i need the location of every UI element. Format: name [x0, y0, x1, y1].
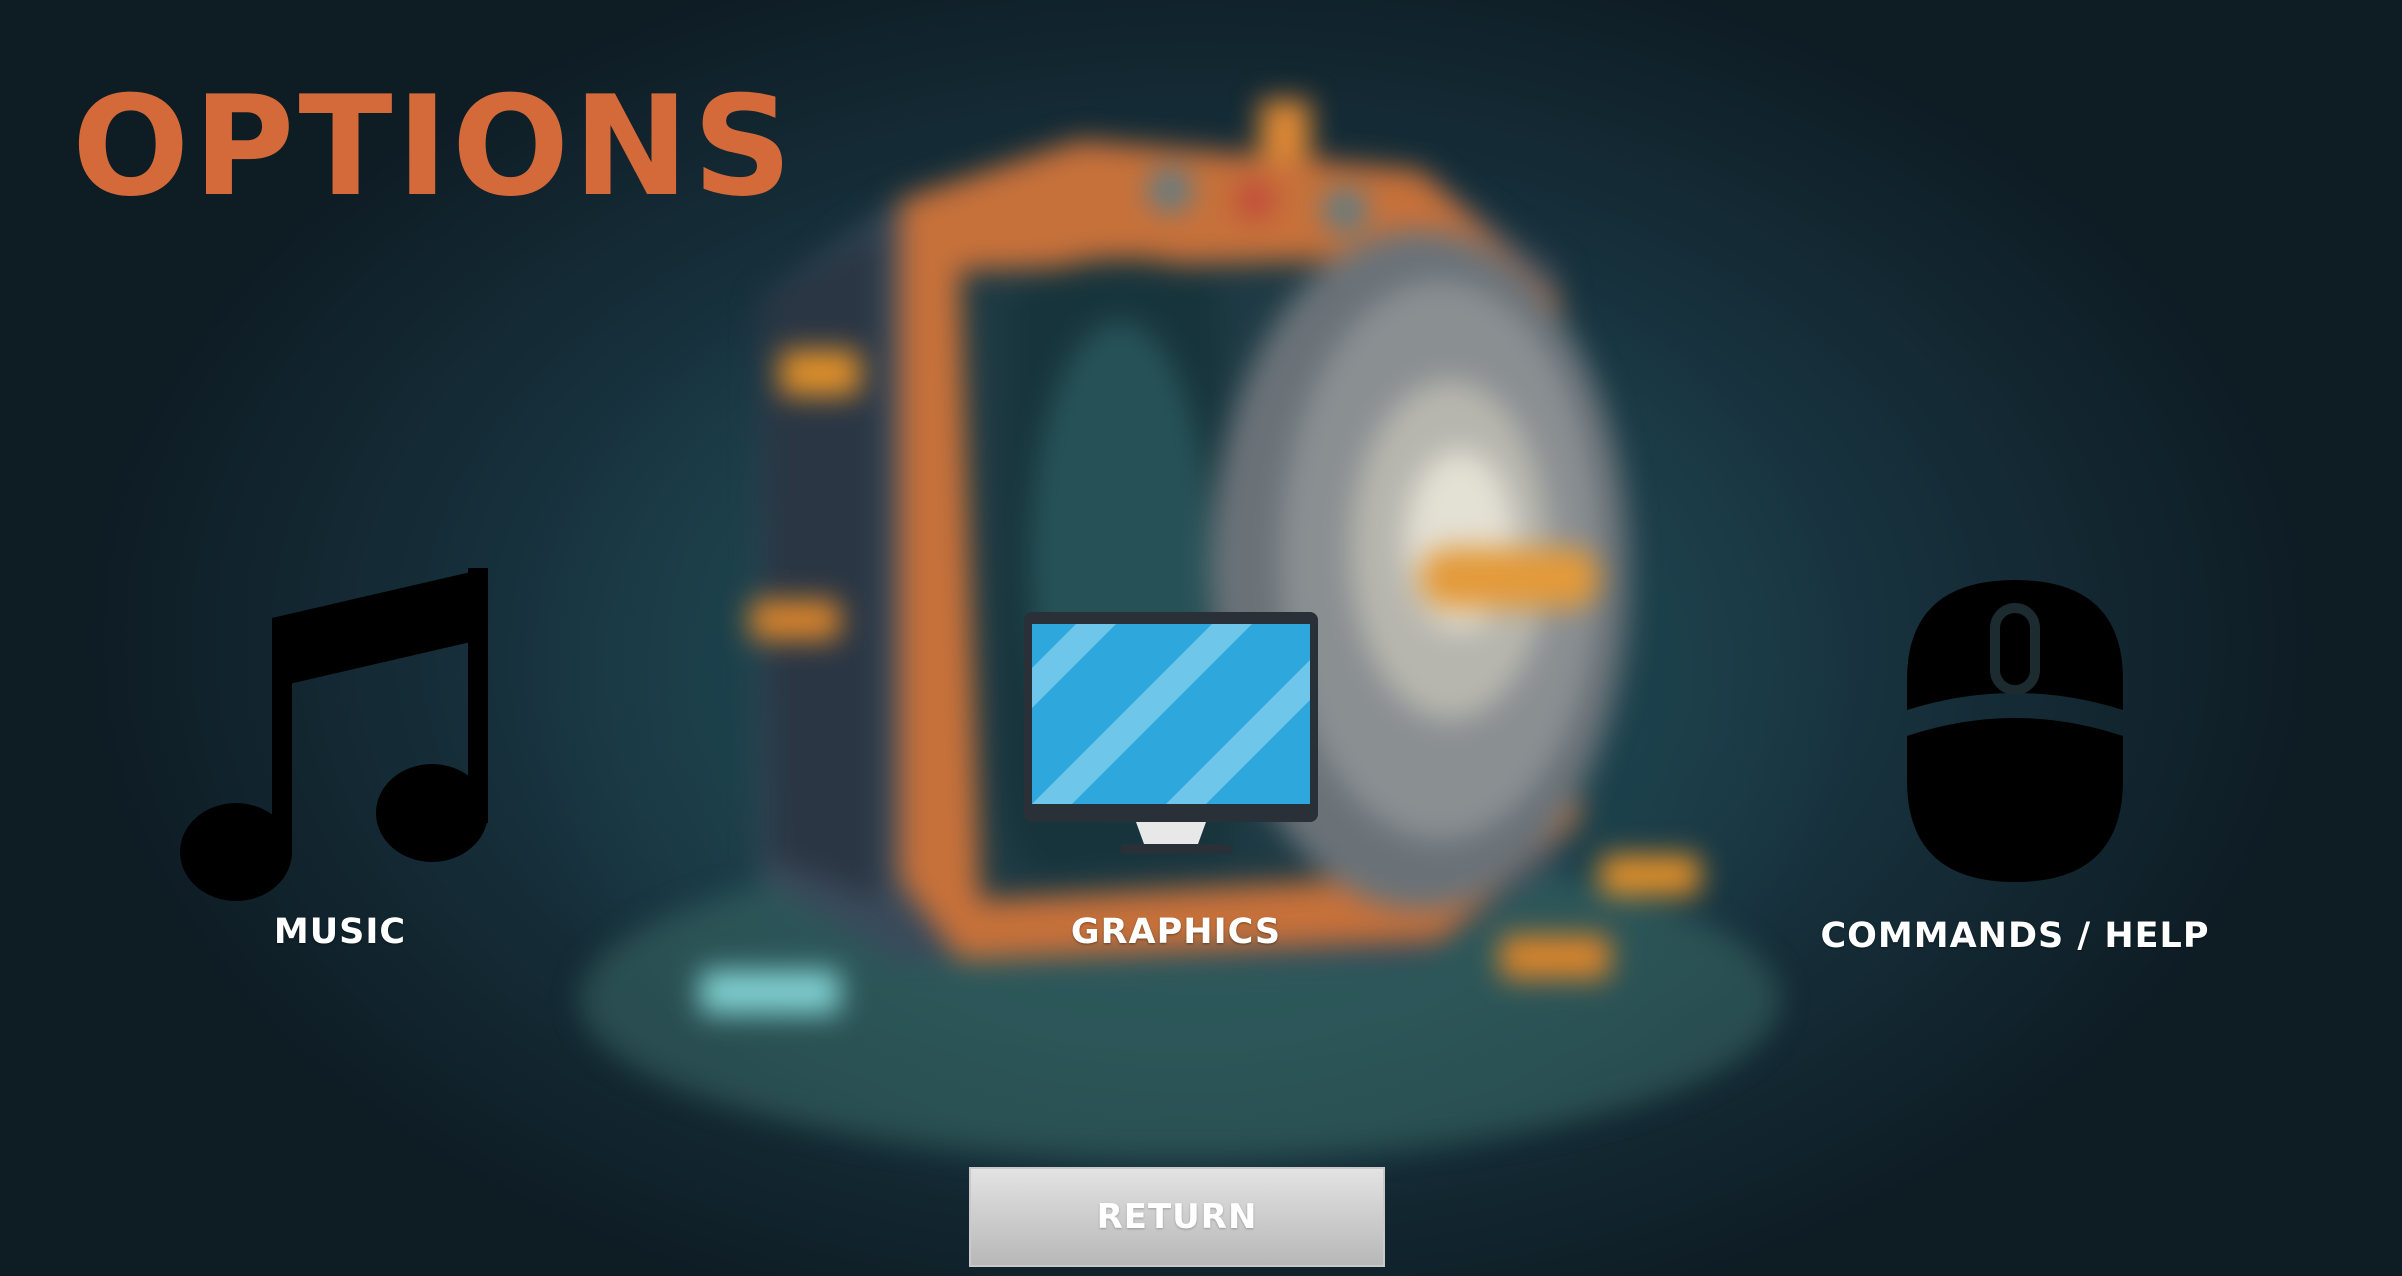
graphics-option[interactable]: GRAPHICS [1016, 608, 1336, 952]
graphics-label: GRAPHICS [1070, 912, 1282, 952]
return-button[interactable]: RETURN [969, 1167, 1385, 1267]
return-button-label: RETURN [1096, 1197, 1258, 1237]
commands-help-label: COMMANDS / HELP [1820, 916, 2210, 956]
monitor-icon[interactable] [1016, 608, 1336, 866]
music-note-icon[interactable] [180, 568, 500, 904]
music-label: MUSIC [273, 912, 407, 952]
commands-help-option[interactable]: COMMANDS / HELP [1770, 580, 2260, 956]
music-option[interactable]: MUSIC [180, 568, 500, 952]
options-screen: OPTIONS MUSIC GRAPHICS COMMANDS / HELP R… [0, 0, 2402, 1276]
mouse-icon[interactable] [1905, 580, 2125, 890]
page-title: OPTIONS [72, 66, 797, 227]
